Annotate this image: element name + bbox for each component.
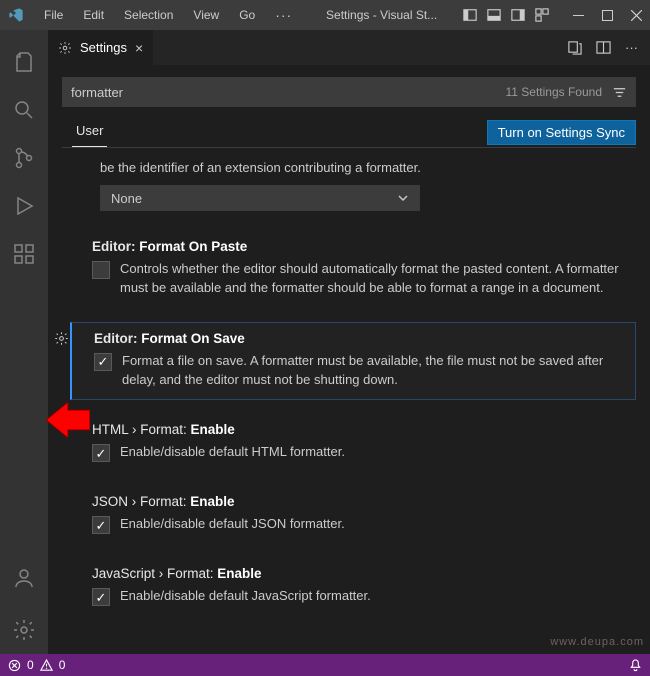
setting-json-format-enable: JSON › Format: Enable Enable/disable def… bbox=[70, 486, 636, 544]
json-format-enable-checkbox[interactable] bbox=[92, 516, 110, 534]
setting-desc: Enable/disable default JSON formatter. bbox=[120, 515, 345, 534]
settings-gear-icon bbox=[58, 41, 72, 55]
warnings-count: 0 bbox=[59, 658, 66, 672]
setting-default-formatter-desc: be the identifier of an extension contri… bbox=[70, 160, 636, 181]
setting-gear-icon[interactable] bbox=[54, 331, 69, 346]
menu-edit[interactable]: Edit bbox=[75, 4, 112, 26]
warnings-icon[interactable] bbox=[40, 659, 53, 672]
title-bar: File Edit Selection View Go ··· Settings… bbox=[0, 0, 650, 30]
search-icon[interactable] bbox=[0, 86, 48, 134]
dropdown-value: None bbox=[111, 191, 142, 206]
accounts-icon[interactable] bbox=[0, 554, 48, 602]
scope-user-tab[interactable]: User bbox=[72, 117, 107, 147]
setting-name: Format On Paste bbox=[139, 239, 247, 254]
window-title: Settings - Visual St... bbox=[304, 8, 459, 22]
menu-go[interactable]: Go bbox=[231, 4, 263, 26]
window-maximize-icon[interactable] bbox=[602, 10, 613, 21]
setting-js-format-enable: JavaScript › Format: Enable Enable/disab… bbox=[70, 558, 636, 616]
setting-name: Enable bbox=[217, 566, 261, 581]
status-bar: 0 0 bbox=[0, 654, 650, 676]
menu-overflow-icon[interactable]: ··· bbox=[267, 3, 300, 27]
setting-crumb: JSON › Format: bbox=[92, 494, 187, 509]
customize-layout-icon[interactable] bbox=[535, 8, 549, 22]
setting-crumb: JavaScript › Format: bbox=[92, 566, 214, 581]
run-debug-icon[interactable] bbox=[0, 182, 48, 230]
chevron-down-icon bbox=[397, 192, 409, 204]
setting-desc: Enable/disable default JavaScript format… bbox=[120, 587, 371, 606]
window-close-icon[interactable] bbox=[631, 10, 642, 21]
open-settings-json-icon[interactable] bbox=[567, 40, 582, 55]
js-format-enable-checkbox[interactable] bbox=[92, 588, 110, 606]
setting-html-format-enable: HTML › Format: Enable Enable/disable def… bbox=[70, 414, 636, 472]
setting-prefix: Editor: bbox=[92, 239, 136, 254]
more-actions-icon[interactable]: ··· bbox=[625, 40, 638, 55]
settings-search[interactable]: 11 Settings Found bbox=[62, 77, 636, 107]
settings-search-input[interactable] bbox=[71, 85, 505, 100]
manage-gear-icon[interactable] bbox=[0, 606, 48, 654]
setting-prefix: Editor: bbox=[94, 331, 138, 346]
setting-desc: Format a file on save. A formatter must … bbox=[122, 352, 621, 390]
menu-selection[interactable]: Selection bbox=[116, 4, 181, 26]
tab-bar: Settings × ··· bbox=[48, 30, 650, 65]
setting-desc: Controls whether the editor should autom… bbox=[120, 260, 622, 298]
watermark: www.deupa.com bbox=[550, 636, 644, 648]
menu-file[interactable]: File bbox=[36, 4, 71, 26]
filter-icon[interactable] bbox=[612, 85, 627, 100]
default-formatter-dropdown[interactable]: None bbox=[100, 185, 420, 211]
extensions-icon[interactable] bbox=[0, 230, 48, 278]
format-on-save-checkbox[interactable] bbox=[94, 353, 112, 371]
errors-icon[interactable] bbox=[8, 659, 21, 672]
setting-crumb: HTML › Format: bbox=[92, 422, 187, 437]
panel-bottom-icon[interactable] bbox=[487, 8, 501, 22]
setting-desc: Enable/disable default HTML formatter. bbox=[120, 443, 345, 462]
activity-bar bbox=[0, 30, 48, 654]
html-format-enable-checkbox[interactable] bbox=[92, 444, 110, 462]
setting-name: Enable bbox=[190, 494, 234, 509]
settings-sync-button[interactable]: Turn on Settings Sync bbox=[487, 120, 636, 145]
format-on-paste-checkbox[interactable] bbox=[92, 261, 110, 279]
editor-area: Settings × ··· 11 Settings Found User Tu… bbox=[48, 30, 650, 654]
source-control-icon[interactable] bbox=[0, 134, 48, 182]
panel-right-icon[interactable] bbox=[511, 8, 525, 22]
panel-left-icon[interactable] bbox=[463, 8, 477, 22]
menu-view[interactable]: View bbox=[185, 4, 227, 26]
tab-label: Settings bbox=[80, 40, 127, 55]
settings-list: be the identifier of an extension contri… bbox=[62, 160, 636, 616]
window-minimize-icon[interactable] bbox=[573, 10, 584, 21]
setting-format-on-save: Editor: Format On Save Format a file on … bbox=[70, 322, 636, 401]
vscode-logo-icon bbox=[8, 7, 24, 23]
errors-count: 0 bbox=[27, 658, 34, 672]
scope-row: User Turn on Settings Sync bbox=[62, 117, 636, 148]
split-editor-icon[interactable] bbox=[596, 40, 611, 55]
tab-close-icon[interactable]: × bbox=[135, 40, 143, 56]
settings-found-count: 11 Settings Found bbox=[505, 85, 602, 99]
setting-format-on-paste: Editor: Format On Paste Controls whether… bbox=[70, 231, 636, 308]
setting-name: Enable bbox=[191, 422, 235, 437]
notifications-bell-icon[interactable] bbox=[629, 659, 642, 672]
explorer-icon[interactable] bbox=[0, 38, 48, 86]
setting-name: Format On Save bbox=[141, 331, 245, 346]
tab-settings[interactable]: Settings × bbox=[48, 30, 154, 65]
